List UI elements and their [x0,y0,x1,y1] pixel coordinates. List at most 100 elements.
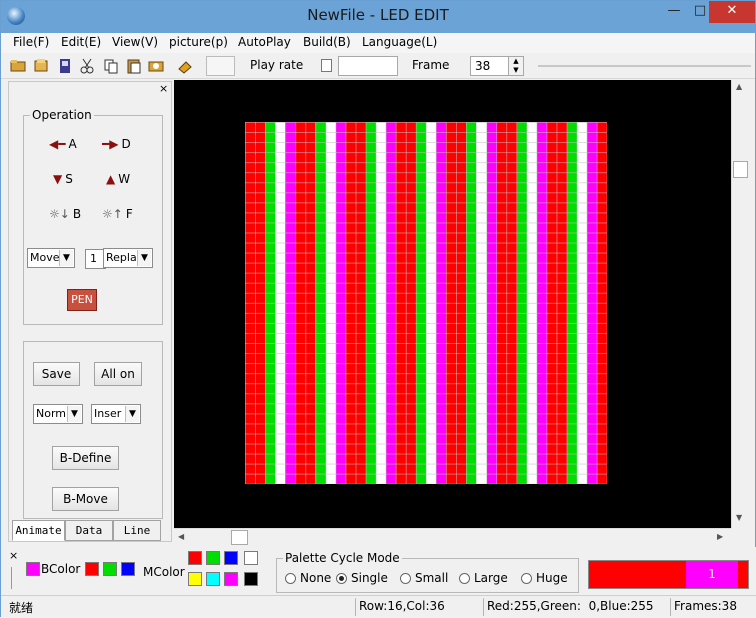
panel-close-button[interactable]: × [159,82,168,95]
brightness-down-icon: ☼↓ [49,207,70,221]
brightness-up-icon: ☼↑ [102,207,123,221]
paint-icon[interactable] [176,57,194,75]
mcolor-label: MColor [143,565,185,579]
palette-swatch-blue[interactable] [121,562,135,576]
status-color: Red:255,Green: 0,Blue:255 [487,599,654,613]
scroll-down-icon[interactable]: ▼ [736,513,742,522]
play-rate-checkbox[interactable] [321,59,332,72]
save-icon[interactable] [56,57,74,75]
menu-picture[interactable]: picture(p) [169,35,228,49]
cycle-small-radio[interactable]: Small [400,571,448,585]
horizontal-scroll-thumb[interactable] [231,530,248,545]
title-bar: NewFile - LED EDIT — □ ✕ [1,1,755,33]
mcolor-swatch-black[interactable] [244,572,258,586]
arrow-left-icon: ◀━ [49,137,66,151]
color-preview: 1 [588,560,749,589]
toolbar: Play rate Frame 38 ▲ ▼ [1,53,755,79]
chevron-down-icon: ▼ [67,406,81,422]
status-position: Row:16,Col:36 [359,599,445,613]
cycle-single-radio[interactable]: Single [336,571,388,585]
frame-input[interactable]: 38 [470,56,509,76]
open-icon[interactable] [9,57,27,75]
menu-file[interactable]: File(F) [13,35,49,49]
move-right-button[interactable]: ━▶ D [102,137,131,151]
operation-label: Operation [30,108,94,122]
cut-icon[interactable] [78,57,96,75]
move-left-button[interactable]: ◀━ A [49,137,77,151]
vertical-scroll-thumb[interactable] [733,161,748,178]
window-title: NewFile - LED EDIT [307,6,449,24]
mcolor-swatch-yellow[interactable] [188,572,202,586]
status-frames: Frames:38 [674,599,737,613]
status-divider [483,598,484,616]
menu-view[interactable]: View(V) [112,35,158,49]
palette-cycle-group: Palette Cycle Mode None Single Small Lar… [276,551,579,593]
mcolor-swatch-white[interactable] [244,551,258,565]
status-divider [355,598,356,616]
mcolor-swatch-magenta[interactable] [224,572,238,586]
bcolor-swatch[interactable] [26,562,40,576]
all-on-button[interactable]: All on [94,362,142,386]
play-rate-input[interactable] [338,56,398,76]
tab-animate[interactable]: Animate [12,520,65,541]
mode-select[interactable]: Repla ▼ [103,248,153,268]
tab-line[interactable]: Line [113,520,161,541]
mcolor-swatch-blue[interactable] [224,551,238,565]
import-icon[interactable] [147,57,165,75]
paste-icon[interactable] [125,57,143,75]
color-panel-close[interactable]: × [9,549,18,562]
frame-label: Frame [412,58,450,72]
b-define-button[interactable]: B-Define [52,446,119,470]
palette-swatch-red[interactable] [85,562,99,576]
cycle-large-radio[interactable]: Large [459,571,508,585]
chevron-down-icon: ▼ [59,250,73,266]
horizontal-scrollbar[interactable]: ◀ ▶ [174,528,731,546]
copy-icon[interactable] [102,57,120,75]
arrow-up-icon: ▲ [106,172,116,186]
folder-icon[interactable] [32,57,50,75]
pen-button[interactable]: PEN [67,289,97,311]
menu-language[interactable]: Language(L) [362,35,437,49]
move-down-button[interactable]: ▼ S [53,172,73,186]
minimize-button[interactable]: — [661,1,687,23]
status-ready: 就绪 [9,601,34,615]
scroll-up-icon[interactable]: ▲ [736,82,742,91]
arrow-right-icon: ━▶ [102,137,119,151]
app-window: NewFile - LED EDIT — □ ✕ File(F) Edit(E)… [0,0,756,618]
preview-index: 1 [686,561,738,588]
save-button[interactable]: Save [33,362,80,386]
move-select[interactable]: Move ▼ [27,248,75,268]
close-button[interactable]: ✕ [709,1,755,23]
cycle-huge-radio[interactable]: Huge [521,571,568,585]
brightness-up-button[interactable]: ☼↑ F [102,207,133,221]
frame-spinner[interactable]: ▲ ▼ [508,56,524,76]
mcolor-swatch-green[interactable] [206,551,220,565]
menu-edit[interactable]: Edit(E) [61,35,101,49]
mcolor-swatch-red[interactable] [188,551,202,565]
led-grid-lines [245,122,607,484]
scroll-left-icon[interactable]: ◀ [178,532,184,541]
scroll-right-icon[interactable]: ▶ [717,532,723,541]
palette-swatch-green[interactable] [103,562,117,576]
cycle-none-radio[interactable]: None [285,571,331,585]
tab-data[interactable]: Data [65,520,113,541]
chevron-down-icon: ▼ [125,406,139,422]
norm-select[interactable]: Norm ▼ [33,404,83,424]
brightness-down-button[interactable]: ☼↓ B [49,207,81,221]
menu-bar: File(F) Edit(E) View(V) picture(p) AutoP… [1,33,755,53]
menu-autoplay[interactable]: AutoPlay [238,35,291,49]
menu-build[interactable]: Build(B) [303,35,351,49]
move-up-button[interactable]: ▲ W [106,172,130,186]
b-move-button[interactable]: B-Move [52,487,119,511]
frame-slider[interactable] [538,65,751,67]
color-button[interactable] [206,56,235,76]
panel-grip [11,567,14,589]
status-divider [670,598,671,616]
vertical-scrollbar[interactable]: ▲ ▼ [731,80,749,528]
mcolor-swatch-cyan[interactable] [206,572,220,586]
color-panel: × BColor MColor Palette Cycle Mode None … [1,547,756,595]
play-rate-label: Play rate [250,58,304,72]
arrow-down-icon: ▼ [53,172,63,186]
insert-select[interactable]: Inser ▼ [91,404,141,424]
left-panel: × Operation ◀━ A ━▶ D ▼ S ▲ W ☼↓ B ☼↑ F … [8,81,172,542]
